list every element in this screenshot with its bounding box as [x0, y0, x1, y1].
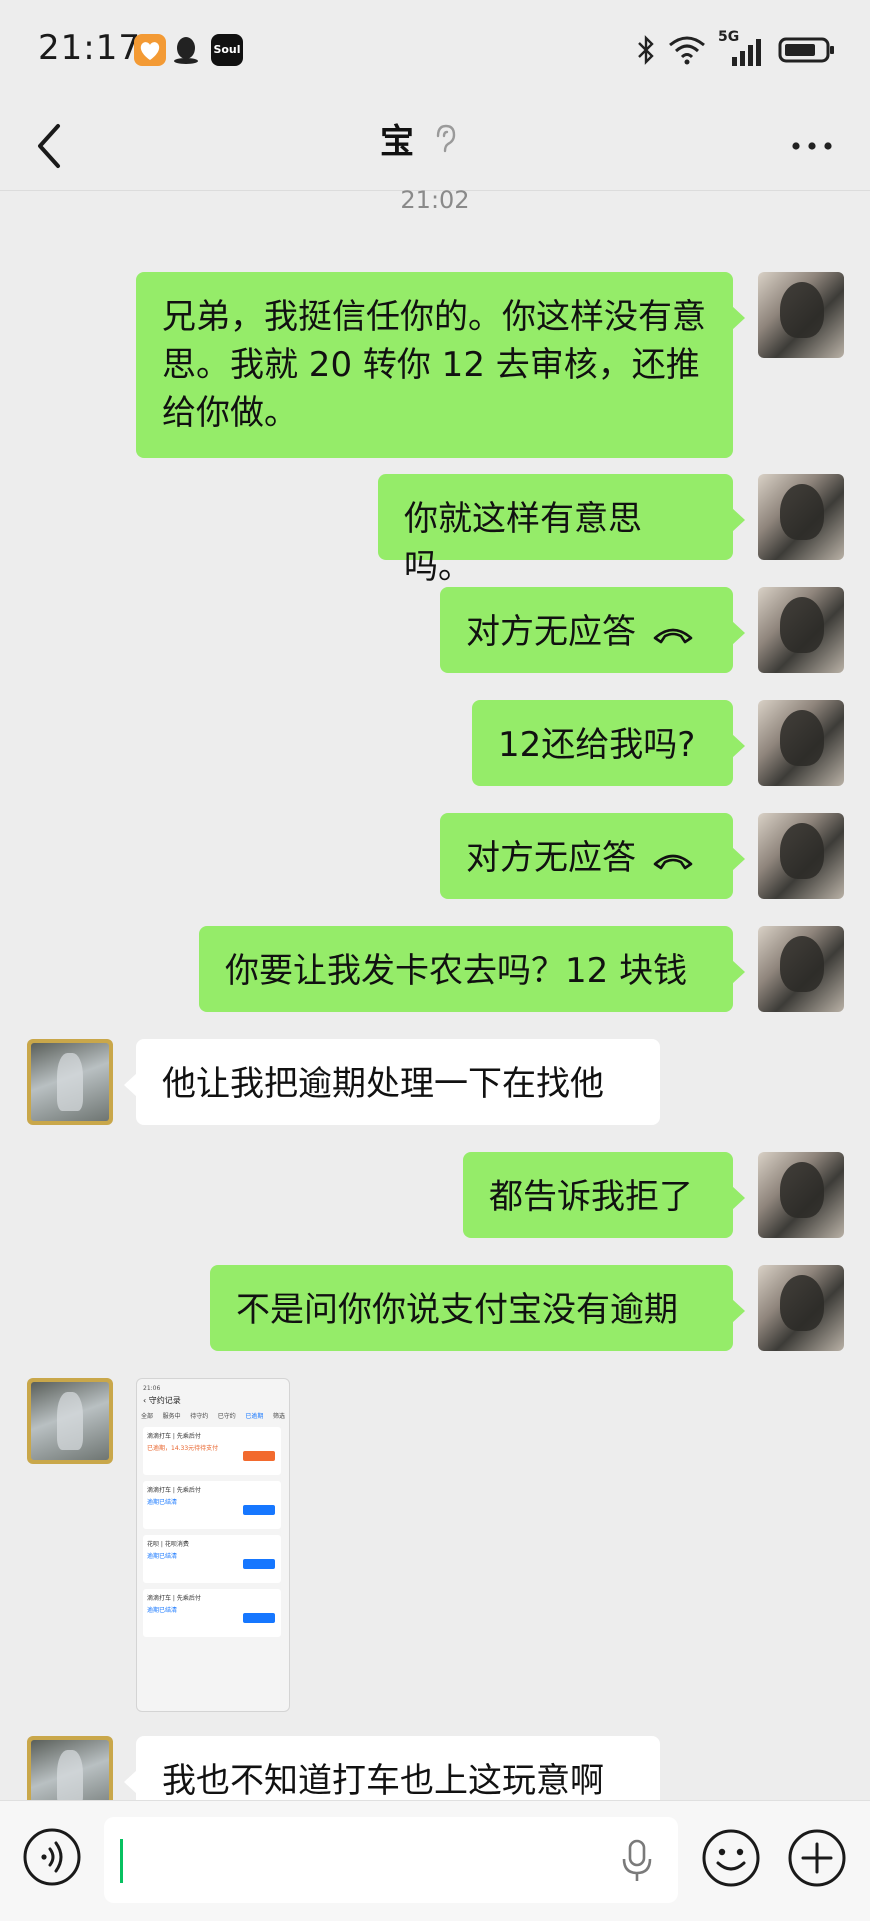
plus-circle-icon	[788, 1829, 846, 1887]
call-record-bubble[interactable]: 对方无应答	[440, 587, 745, 673]
thumb-card-button	[243, 1451, 275, 1461]
message-text: 我也不知道打车也上这玩意啊	[162, 1761, 604, 1801]
message-bubble-sent[interactable]: 你就这样有意思吗。	[378, 474, 745, 587]
chat-header: 宝	[0, 100, 870, 191]
contact-avatar[interactable]	[27, 1039, 113, 1125]
message-text: 你就这样有意思吗。	[404, 499, 642, 587]
status-time: 21:17	[38, 28, 141, 68]
message-text: 12还给我吗?	[498, 725, 696, 765]
thumb-card-line: 逾期已结清	[147, 1553, 178, 1560]
my-avatar[interactable]	[758, 1265, 844, 1351]
chevron-left-icon	[38, 124, 60, 168]
my-avatar[interactable]	[758, 1152, 844, 1238]
thumb-card-line: 逾期已结清	[147, 1607, 178, 1614]
thumb-card-button	[243, 1559, 275, 1569]
voice-wave-icon	[23, 1828, 81, 1886]
call-record-bubble[interactable]: 对方无应答	[440, 813, 745, 899]
message-bubble-received[interactable]: 他让我把逾期处理一下在找他	[124, 1039, 660, 1125]
message-text: 不是问你你说支付宝没有逾期	[236, 1290, 678, 1330]
contact-avatar[interactable]	[27, 1378, 113, 1464]
thumb-card: 滴滴打车 | 先乘后付 逾期已结清	[143, 1481, 281, 1529]
signal-5g-icon: 5G	[718, 29, 766, 67]
message-text: 他让我把逾期处理一下在找他	[162, 1064, 604, 1104]
message-input[interactable]	[104, 1817, 678, 1903]
wifi-icon	[669, 36, 705, 65]
soul-app-icon: Soul	[211, 34, 243, 66]
ear-mute-icon	[436, 124, 456, 152]
thumb-card-line: 已逾期，14.33元待待支付	[147, 1445, 219, 1452]
my-avatar[interactable]	[758, 926, 844, 1012]
heart-app-icon	[134, 34, 166, 66]
more-dots-icon	[792, 142, 832, 150]
thumb-card: 滴滴打车 | 先乘后付 已逾期，14.33元待待支付	[143, 1427, 281, 1475]
text-cursor	[120, 1839, 123, 1883]
title-group: 宝	[380, 114, 458, 163]
thumb-card: 花呗 | 花呗消费 逾期已结清	[143, 1535, 281, 1583]
thumb-card-button	[243, 1613, 275, 1623]
thumb-tab: 待守约	[190, 1413, 209, 1420]
thumb-card-line: 逾期已结清	[147, 1499, 178, 1506]
image-message-thumbnail[interactable]: 21:06 ‹ 守约记录 全部 服务中 待守约 已守约 已逾期 筛选 滴滴打车 …	[136, 1378, 290, 1712]
bluetooth-icon	[638, 35, 654, 65]
thumb-card-title: 滴滴打车 | 先乘后付	[147, 1433, 201, 1440]
thumb-tab-active: 已逾期	[245, 1413, 264, 1420]
thumb-tabs: 全部 服务中 待守约 已守约 已逾期 筛选	[141, 1411, 285, 1420]
battery-icon	[778, 37, 834, 63]
thumb-card-title: 滴滴打车 | 先乘后付	[147, 1595, 201, 1602]
my-avatar[interactable]	[758, 813, 844, 899]
emoji-button[interactable]	[700, 1827, 762, 1889]
chat-title: 宝	[380, 122, 414, 162]
phone-hangup-icon	[653, 628, 693, 643]
message-bubble-sent[interactable]: 兄弟，我挺信任你的。你这样没有意思。我就 20 转你 12 去审核，还推给你做。	[136, 272, 745, 458]
thumb-status-bar: 21:06	[143, 1385, 161, 1392]
thumb-tab: 服务中	[162, 1413, 181, 1420]
voice-mode-button[interactable]	[22, 1827, 82, 1887]
call-status-text: 对方无应答	[466, 612, 636, 652]
my-avatar[interactable]	[758, 272, 844, 358]
input-bar	[0, 1800, 870, 1921]
thumb-header-title: 守约记录	[148, 1396, 181, 1405]
message-bubble-sent[interactable]: 12还给我吗?	[472, 700, 745, 786]
thumb-card-button	[243, 1505, 275, 1515]
message-bubble-sent[interactable]: 你要让我发卡农去吗？12 块钱	[199, 926, 745, 1012]
thumb-card-title: 花呗 | 花呗消费	[147, 1541, 189, 1548]
back-button[interactable]	[28, 118, 78, 174]
status-bar: 21:17 Soul 5G	[0, 0, 870, 100]
message-text: 你要让我发卡农去吗？12 块钱	[225, 951, 688, 991]
more-options-button[interactable]	[784, 122, 840, 170]
call-status-text: 对方无应答	[466, 838, 636, 878]
my-avatar[interactable]	[758, 474, 844, 560]
thumb-card: 滴滴打车 | 先乘后付 逾期已结清	[143, 1589, 281, 1637]
thumb-tab: 筛选	[272, 1413, 285, 1420]
message-timestamp: 21:02	[400, 186, 470, 214]
message-bubble-sent[interactable]: 都告诉我拒了	[463, 1152, 745, 1238]
thumb-tab: 全部	[141, 1413, 154, 1420]
microphone-icon[interactable]	[620, 1837, 654, 1887]
qq-penguin-icon	[170, 34, 202, 66]
smiley-icon	[702, 1829, 760, 1887]
status-icons: 5G	[636, 29, 836, 70]
thumb-card-title: 滴滴打车 | 先乘后付	[147, 1487, 201, 1494]
my-avatar[interactable]	[758, 587, 844, 673]
thumb-header: ‹ 守约记录	[143, 1396, 181, 1405]
my-avatar[interactable]	[758, 700, 844, 786]
thumb-tab: 已守约	[217, 1413, 236, 1420]
message-text: 都告诉我拒了	[489, 1177, 693, 1217]
more-functions-button[interactable]	[786, 1827, 848, 1889]
message-text: 兄弟，我挺信任你的。你这样没有意思。我就 20 转你 12 去审核，还推给你做。	[162, 297, 706, 433]
phone-hangup-icon	[653, 854, 693, 869]
message-bubble-sent[interactable]: 不是问你你说支付宝没有逾期	[210, 1265, 745, 1351]
